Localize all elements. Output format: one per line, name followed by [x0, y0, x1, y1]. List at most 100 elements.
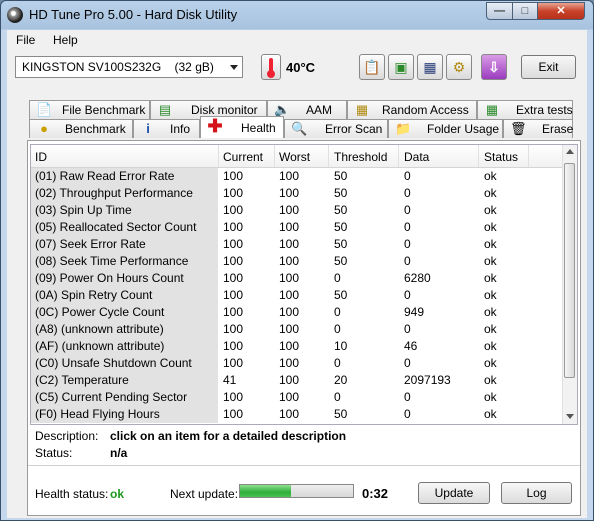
table-row[interactable]: (02) Throughput Performance 100 100 50 0 ok — [31, 185, 563, 202]
table-cell: ok — [484, 169, 497, 183]
menu-file[interactable]: File — [16, 33, 35, 47]
tab-folder-usage[interactable]: 📁 Folder Usage — [388, 119, 503, 138]
close-icon: ✕ — [556, 5, 566, 17]
table-cell: 0 — [404, 356, 411, 370]
tab-health[interactable]: ✚ Health — [200, 116, 284, 138]
header-current[interactable]: Current — [223, 150, 263, 164]
scroll-thumb[interactable] — [564, 163, 575, 378]
table-row[interactable]: (A8) (unknown attribute) 100 100 0 0 ok — [31, 321, 563, 338]
table-cell: 100 — [279, 305, 300, 319]
table-cell: 6280 — [404, 271, 431, 285]
table-row[interactable]: (0A) Spin Retry Count 100 100 50 0 ok — [31, 287, 563, 304]
exit-button[interactable]: Exit — [521, 55, 576, 79]
scroll-up-arrow-icon[interactable] — [566, 149, 574, 154]
smart-table[interactable]: ID Current Worst Threshold Data Status (… — [30, 144, 578, 425]
table-cell: ok — [484, 203, 497, 217]
status-value: n/a — [110, 446, 128, 460]
table-row[interactable]: (05) Reallocated Sector Count 100 100 50 0 ok — [31, 219, 563, 236]
table-row[interactable]: (08) Seek Time Performance 100 100 50 0 ok — [31, 253, 563, 270]
extra-tests-icon: ▦ — [485, 102, 499, 117]
chevron-down-icon — [230, 65, 238, 70]
progress-fill — [240, 485, 291, 497]
tab-benchmark[interactable]: ● Benchmark — [29, 119, 133, 138]
download-icon: ⇩ — [488, 59, 500, 75]
table-row[interactable]: (01) Raw Read Error Rate 100 100 50 0 ok — [31, 168, 563, 185]
description-label: Description: — [35, 429, 99, 443]
scroll-down-arrow-icon[interactable] — [566, 414, 574, 419]
table-cell: 0 — [404, 254, 411, 268]
update-button[interactable]: Update — [418, 482, 490, 504]
table-cell: 100 — [279, 322, 300, 336]
info-icon: i — [146, 121, 150, 136]
table-cell: 46 — [404, 339, 418, 353]
header-status[interactable]: Status — [484, 150, 518, 164]
folder-icon: 📁 — [395, 121, 412, 136]
table-cell: (08) Seek Time Performance — [35, 254, 189, 268]
download-button[interactable]: ⇩ — [481, 54, 507, 80]
table-cell: ok — [484, 220, 497, 234]
menu-bar: File Help — [7, 30, 587, 50]
tab-strip: 📄 File Benchmark ▤ Disk monitor 🔈 AAM ▦ … — [29, 100, 581, 140]
table-row[interactable]: (C2) Temperature 41 100 20 2097193 ok — [31, 372, 563, 389]
title-bar[interactable]: HD Tune Pro 5.00 - Hard Disk Utility — □… — [1, 1, 593, 29]
table-row[interactable]: (F0) Head Flying Hours 100 100 50 0 ok — [31, 406, 563, 423]
close-button[interactable]: ✕ — [537, 2, 585, 20]
copy-screenshot-button[interactable]: ▣ — [388, 54, 414, 80]
tab-label: Extra tests — [516, 103, 573, 117]
table-row[interactable]: (C5) Current Pending Sector 100 100 0 0 ok — [31, 389, 563, 406]
column-divider — [218, 145, 219, 167]
table-cell: 100 — [223, 339, 244, 353]
table-cell: 50 — [334, 288, 348, 302]
table-row[interactable]: (0C) Power Cycle Count 100 100 0 949 ok — [31, 304, 563, 321]
header-id[interactable]: ID — [35, 150, 47, 164]
table-header: ID Current Worst Threshold Data Status — [31, 145, 563, 168]
tab-info[interactable]: i Info — [133, 119, 200, 138]
health-status-value: ok — [110, 487, 125, 501]
drive-select[interactable]: KINGSTON SV100S232G (32 gB) — [15, 56, 243, 78]
table-cell: (05) Reallocated Sector Count — [35, 220, 197, 234]
table-cell: 10 — [334, 339, 348, 353]
client-area: File Help KINGSTON SV100S232G (32 gB) 40… — [7, 30, 587, 518]
save-button[interactable]: ▦ — [417, 54, 443, 80]
table-row[interactable]: (03) Spin Up Time 100 100 50 0 ok — [31, 202, 563, 219]
tab-error-scan[interactable]: 🔍 Error Scan — [284, 119, 388, 138]
column-divider — [478, 145, 479, 167]
table-row[interactable]: (09) Power On Hours Count 100 100 0 6280 ok — [31, 270, 563, 287]
table-cell: 100 — [279, 390, 300, 404]
header-worst[interactable]: Worst — [279, 150, 310, 164]
table-cell: 0 — [404, 186, 411, 200]
tab-random-access[interactable]: ▦ Random Access — [347, 100, 477, 119]
table-cell: 100 — [279, 407, 300, 421]
next-update-label: Next update: — [170, 487, 239, 501]
maximize-button[interactable]: □ — [512, 2, 538, 20]
drive-select-value: KINGSTON SV100S232G (32 gB) — [22, 60, 214, 74]
header-threshold[interactable]: Threshold — [334, 150, 387, 164]
header-data[interactable]: Data — [404, 150, 429, 164]
menu-help[interactable]: Help — [53, 33, 78, 47]
table-cell: 50 — [334, 407, 348, 421]
options-button[interactable]: ⚙ — [446, 54, 472, 80]
minimize-button[interactable]: — — [486, 2, 513, 20]
tab-erase[interactable]: 🗑 Erase — [503, 119, 573, 138]
table-cell: 0 — [404, 288, 411, 302]
tab-label: Error Scan — [325, 122, 383, 136]
table-cell: (C2) Temperature — [35, 373, 129, 387]
tab-file-benchmark[interactable]: 📄 File Benchmark — [29, 100, 150, 119]
table-cell: ok — [484, 288, 497, 302]
table-cell: 100 — [223, 203, 244, 217]
table-cell: 100 — [279, 186, 300, 200]
table-cell: (C0) Unsafe Shutdown Count — [35, 356, 192, 370]
tab-label: Benchmark — [65, 122, 126, 136]
table-cell: ok — [484, 339, 497, 353]
tab-extra-tests[interactable]: ▦ Extra tests — [477, 100, 573, 119]
table-row[interactable]: (C0) Unsafe Shutdown Count 100 100 0 0 ok — [31, 355, 563, 372]
table-row[interactable]: (AF) (unknown attribute) 100 100 10 46 ok — [31, 338, 563, 355]
log-button[interactable]: Log — [501, 482, 572, 504]
copy-text-button[interactable]: 📋 — [359, 54, 385, 80]
table-cell: ok — [484, 305, 497, 319]
table-cell: 0 — [404, 322, 411, 336]
table-cell: ok — [484, 356, 497, 370]
table-row[interactable]: (07) Seek Error Rate 100 100 50 0 ok — [31, 236, 563, 253]
vertical-scrollbar[interactable] — [562, 145, 577, 424]
table-cell: (A8) (unknown attribute) — [35, 322, 164, 336]
